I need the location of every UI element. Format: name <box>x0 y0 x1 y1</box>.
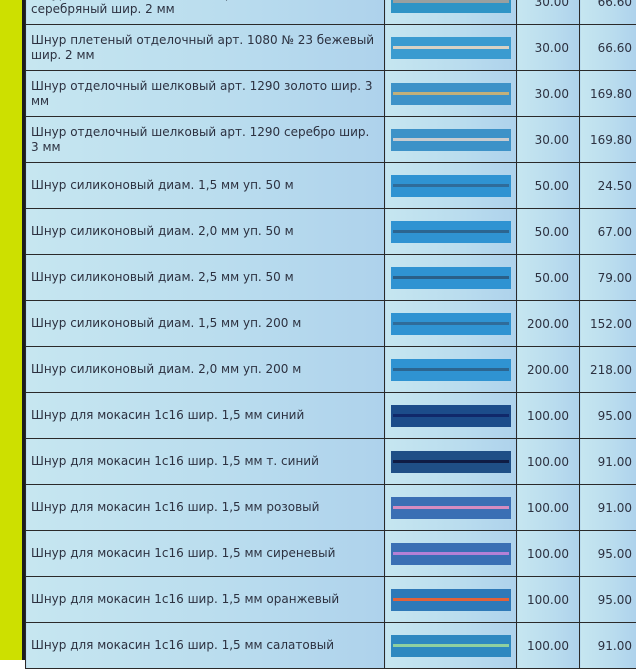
product-name[interactable]: Шнур отделочный шелковый арт. 1290 золот… <box>26 71 385 117</box>
product-quantity: 30.00 <box>517 117 580 163</box>
product-price: 152.00 <box>580 301 636 347</box>
product-thumbnail[interactable] <box>391 359 511 381</box>
table-row[interactable]: Шнур плетеный отделочный арт. 1080 № 23 … <box>26 25 636 71</box>
product-name[interactable]: Шнур для мокасин 1с16 шир. 1,5 мм сирене… <box>26 531 385 577</box>
product-price: 91.00 <box>580 439 636 485</box>
product-quantity: 100.00 <box>517 393 580 439</box>
table-row[interactable]: Шнур для мокасин 1с16 шир. 1,5 мм розовы… <box>26 485 636 531</box>
product-quantity: 100.00 <box>517 623 580 669</box>
product-quantity: 50.00 <box>517 209 580 255</box>
product-image-cell[interactable] <box>385 301 517 347</box>
product-price: 79.00 <box>580 255 636 301</box>
product-image-cell[interactable] <box>385 623 517 669</box>
product-image-cell[interactable] <box>385 209 517 255</box>
product-name[interactable]: Шнур для мокасин 1с16 шир. 1,5 мм оранже… <box>26 577 385 623</box>
product-image-cell[interactable] <box>385 577 517 623</box>
product-name[interactable]: Шнур силиконовый диам. 2,5 мм уп. 50 м <box>26 255 385 301</box>
product-table: Шнур плетеный отделочный арт. 1080 № 22 … <box>25 0 636 669</box>
product-quantity: 30.00 <box>517 0 580 25</box>
product-thumbnail[interactable] <box>391 129 511 151</box>
product-thumbnail[interactable] <box>391 497 511 519</box>
product-table-container: Шнур плетеный отделочный арт. 1080 № 22 … <box>25 0 636 669</box>
table-row[interactable]: Шнур для мокасин 1с16 шир. 1,5 мм т. син… <box>26 439 636 485</box>
product-quantity: 50.00 <box>517 163 580 209</box>
product-image-cell[interactable] <box>385 485 517 531</box>
product-thumbnail[interactable] <box>391 451 511 473</box>
table-row[interactable]: Шнур для мокасин 1с16 шир. 1,5 мм сирене… <box>26 531 636 577</box>
product-name[interactable]: Шнур силиконовый диам. 1,5 мм уп. 200 м <box>26 301 385 347</box>
table-row[interactable]: Шнур силиконовый диам. 2,0 мм уп. 200 м … <box>26 347 636 393</box>
product-price: 91.00 <box>580 623 636 669</box>
product-quantity: 100.00 <box>517 485 580 531</box>
product-table-body: Шнур плетеный отделочный арт. 1080 № 22 … <box>26 0 636 669</box>
product-price: 169.80 <box>580 71 636 117</box>
product-price: 95.00 <box>580 531 636 577</box>
product-price: 95.00 <box>580 393 636 439</box>
product-image-cell[interactable] <box>385 255 517 301</box>
product-thumbnail[interactable] <box>391 83 511 105</box>
product-name[interactable]: Шнур плетеный отделочный арт. 1080 № 23 … <box>26 25 385 71</box>
product-name[interactable]: Шнур плетеный отделочный арт. 1080 № 22 … <box>26 0 385 25</box>
table-row[interactable]: Шнур отделочный шелковый арт. 1290 золот… <box>26 71 636 117</box>
product-image-cell[interactable] <box>385 439 517 485</box>
product-thumbnail[interactable] <box>391 313 511 335</box>
product-name[interactable]: Шнур для мокасин 1с16 шир. 1,5 мм розовы… <box>26 485 385 531</box>
table-row[interactable]: Шнур отделочный шелковый арт. 1290 сереб… <box>26 117 636 163</box>
product-image-cell[interactable] <box>385 393 517 439</box>
product-name[interactable]: Шнур для мокасин 1с16 шир. 1,5 мм т. син… <box>26 439 385 485</box>
product-name[interactable]: Шнур для мокасин 1с16 шир. 1,5 мм синий <box>26 393 385 439</box>
product-thumbnail[interactable] <box>391 0 511 13</box>
product-quantity: 50.00 <box>517 255 580 301</box>
product-thumbnail[interactable] <box>391 175 511 197</box>
product-price: 66.60 <box>580 0 636 25</box>
product-price: 95.00 <box>580 577 636 623</box>
product-image-cell[interactable] <box>385 25 517 71</box>
product-quantity: 200.00 <box>517 347 580 393</box>
table-row[interactable]: Шнур силиконовый диам. 2,5 мм уп. 50 м 5… <box>26 255 636 301</box>
product-name[interactable]: Шнур силиконовый диам. 2,0 мм уп. 200 м <box>26 347 385 393</box>
product-image-cell[interactable] <box>385 347 517 393</box>
product-quantity: 100.00 <box>517 531 580 577</box>
table-row[interactable]: Шнур силиконовый диам. 1,5 мм уп. 50 м 5… <box>26 163 636 209</box>
product-quantity: 100.00 <box>517 439 580 485</box>
table-row[interactable]: Шнур силиконовый диам. 2,0 мм уп. 50 м 5… <box>26 209 636 255</box>
product-thumbnail[interactable] <box>391 635 511 657</box>
product-price: 66.60 <box>580 25 636 71</box>
product-thumbnail[interactable] <box>391 589 511 611</box>
product-name[interactable]: Шнур силиконовый диам. 2,0 мм уп. 50 м <box>26 209 385 255</box>
product-thumbnail[interactable] <box>391 221 511 243</box>
left-accent-bar <box>0 0 22 660</box>
product-image-cell[interactable] <box>385 531 517 577</box>
table-row[interactable]: Шнур плетеный отделочный арт. 1080 № 22 … <box>26 0 636 25</box>
product-quantity: 30.00 <box>517 25 580 71</box>
table-row[interactable]: Шнур для мокасин 1с16 шир. 1,5 мм салато… <box>26 623 636 669</box>
product-thumbnail[interactable] <box>391 267 511 289</box>
table-row[interactable]: Шнур для мокасин 1с16 шир. 1,5 мм синий … <box>26 393 636 439</box>
product-image-cell[interactable] <box>385 163 517 209</box>
product-image-cell[interactable] <box>385 71 517 117</box>
table-row[interactable]: Шнур для мокасин 1с16 шир. 1,5 мм оранже… <box>26 577 636 623</box>
product-price: 91.00 <box>580 485 636 531</box>
table-row[interactable]: Шнур силиконовый диам. 1,5 мм уп. 200 м … <box>26 301 636 347</box>
product-name[interactable]: Шнур отделочный шелковый арт. 1290 сереб… <box>26 117 385 163</box>
product-price: 24.50 <box>580 163 636 209</box>
product-name[interactable]: Шнур силиконовый диам. 1,5 мм уп. 50 м <box>26 163 385 209</box>
product-image-cell[interactable] <box>385 117 517 163</box>
product-quantity: 200.00 <box>517 301 580 347</box>
product-price: 67.00 <box>580 209 636 255</box>
product-quantity: 30.00 <box>517 71 580 117</box>
product-thumbnail[interactable] <box>391 37 511 59</box>
product-thumbnail[interactable] <box>391 543 511 565</box>
product-quantity: 100.00 <box>517 577 580 623</box>
product-thumbnail[interactable] <box>391 405 511 427</box>
product-price: 169.80 <box>580 117 636 163</box>
product-image-cell[interactable] <box>385 0 517 25</box>
product-price: 218.00 <box>580 347 636 393</box>
product-name[interactable]: Шнур для мокасин 1с16 шир. 1,5 мм салато… <box>26 623 385 669</box>
